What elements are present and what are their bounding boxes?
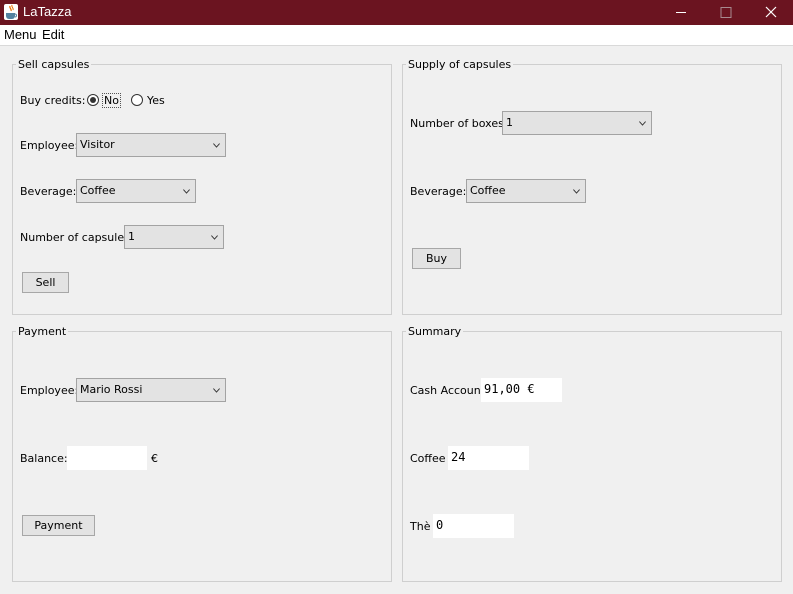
- menu-bar: Menu Edit: [0, 25, 793, 46]
- supply-beverage-select[interactable]: Coffee: [466, 179, 586, 203]
- chevron-down-icon: [211, 235, 218, 240]
- the-count-label: Thè: [410, 520, 431, 533]
- chevron-down-icon: [183, 189, 190, 194]
- coffee-count-label: Coffee: [410, 452, 446, 465]
- sell-capsules-count-label: Number of capsules:: [20, 231, 134, 244]
- minimize-button[interactable]: [658, 0, 704, 25]
- payment-button[interactable]: Payment: [22, 515, 95, 536]
- sell-button[interactable]: Sell: [22, 272, 69, 293]
- maximize-icon: [720, 7, 732, 18]
- buy-credits-yes-radio[interactable]: [131, 94, 143, 106]
- payment-employee-label: Employee:: [20, 384, 79, 397]
- supply-boxes-value: 1: [506, 116, 513, 129]
- chevron-down-icon: [213, 143, 220, 148]
- chevron-down-icon: [573, 189, 580, 194]
- supply-boxes-label: Number of boxes:: [410, 117, 508, 130]
- close-button[interactable]: [748, 0, 793, 25]
- balance-field[interactable]: [67, 446, 147, 470]
- sell-capsules-count-select[interactable]: 1: [124, 225, 224, 249]
- buy-credits-yes-label[interactable]: Yes: [147, 94, 165, 107]
- close-icon: [765, 6, 777, 18]
- sell-employee-select[interactable]: Visitor: [76, 133, 226, 157]
- buy-credits-label: Buy credits:: [20, 94, 86, 107]
- chevron-down-icon: [639, 121, 646, 126]
- payment-employee-value: Mario Rossi: [80, 383, 143, 396]
- buy-credits-no-label[interactable]: No: [102, 93, 121, 108]
- supply-beverage-value: Coffee: [470, 184, 506, 197]
- payment-employee-select[interactable]: Mario Rossi: [76, 378, 226, 402]
- sell-capsules-title: Sell capsules: [16, 58, 92, 71]
- sell-beverage-label: Beverage:: [20, 185, 77, 198]
- buy-credits-no-radio[interactable]: [87, 94, 99, 106]
- java-app-icon: [4, 4, 18, 20]
- minimize-icon: [676, 12, 686, 13]
- maximize-button[interactable]: [703, 0, 749, 25]
- the-count-field: 0: [433, 514, 514, 538]
- supply-boxes-select[interactable]: 1: [502, 111, 652, 135]
- coffee-count-field: 24: [448, 446, 529, 470]
- sell-employee-value: Visitor: [80, 138, 115, 151]
- sell-beverage-value: Coffee: [80, 184, 116, 197]
- sell-capsules-count-value: 1: [128, 230, 135, 243]
- supply-beverage-label: Beverage:: [410, 185, 467, 198]
- summary-title: Summary: [406, 325, 464, 338]
- menu-item-menu[interactable]: Menu: [4, 27, 37, 42]
- buy-button[interactable]: Buy: [412, 248, 461, 269]
- payment-title: Payment: [16, 325, 69, 338]
- title-bar[interactable]: LaTazza: [0, 0, 793, 25]
- balance-label: Balance:: [20, 452, 68, 465]
- window-title: LaTazza: [23, 4, 72, 19]
- chevron-down-icon: [213, 388, 220, 393]
- cash-account-label: Cash Account: [410, 384, 486, 397]
- menu-item-edit[interactable]: Edit: [42, 27, 64, 42]
- balance-currency: €: [151, 452, 158, 465]
- supply-capsules-title: Supply of capsules: [406, 58, 514, 71]
- cash-account-field: 91,00 €: [481, 378, 562, 402]
- sell-beverage-select[interactable]: Coffee: [76, 179, 196, 203]
- sell-employee-label: Employee:: [20, 139, 79, 152]
